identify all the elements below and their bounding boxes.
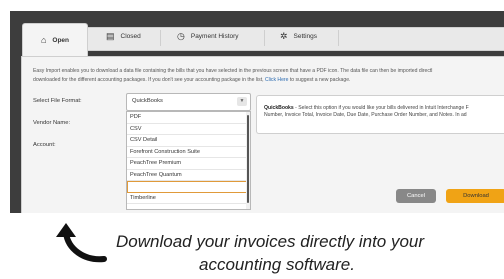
tab-payment-history-label: Payment History [190, 33, 239, 40]
tab-divider [160, 30, 161, 46]
dropdown-option[interactable]: CSV [127, 124, 250, 135]
caption-line-1: Download your invoices directly into you… [116, 232, 425, 251]
home-icon: ⌂ [40, 35, 47, 45]
dropdown-option[interactable]: Forefront Construction Suite [127, 147, 250, 158]
history-icon: ◷ [177, 31, 185, 41]
vendor-name-label: Vendor Name: [33, 120, 71, 126]
format-description-line-2: Number, Invoice Total, Invoice Date, Due… [264, 112, 467, 119]
download-button[interactable]: Download [446, 189, 504, 203]
dropdown-scroll-thumb[interactable] [247, 115, 249, 203]
tab-closed-label: Closed [120, 33, 141, 40]
file-format-dropdown: PDF CSV CSV Detail Forefront Constructio… [126, 111, 251, 210]
easy-import-panel: Easy Import enables you to download a da… [21, 56, 504, 213]
tab-closed[interactable]: ▤ Closed [106, 25, 141, 48]
dropdown-scrollbar[interactable] [246, 112, 250, 209]
curved-arrow-icon [56, 223, 107, 263]
intro-line-2a: downloaded for the different accounting … [33, 76, 265, 83]
tab-divider [338, 30, 339, 46]
file-format-label: Select File Format: [33, 98, 82, 104]
dropdown-option[interactable]: PeachTree Premium [127, 158, 250, 170]
dropdown-option[interactable]: PeachTree Quantum [127, 170, 250, 181]
tab-settings[interactable]: ✲ Settings [280, 25, 317, 48]
table-icon: ▤ [106, 31, 115, 41]
dropdown-option[interactable]: PDF [127, 112, 250, 124]
file-format-value: QuickBooks [132, 98, 163, 104]
file-format-select[interactable]: QuickBooks ▼ [126, 93, 251, 111]
chevron-down-icon[interactable]: ▼ [237, 97, 247, 106]
format-description-box: QuickBooks - Select this option if you w… [256, 95, 504, 134]
tab-payment-history[interactable]: ◷ Payment History [177, 25, 239, 48]
intro-line-2b: to suggest a new package. [288, 76, 351, 83]
dropdown-option[interactable]: Timberline [127, 193, 250, 204]
cancel-button[interactable]: Cancel [396, 189, 436, 203]
intro-line-1: Easy Import enables you to download a da… [33, 68, 433, 74]
gear-icon: ✲ [280, 31, 288, 41]
tab-bar: ⌂ Open ▤ Closed ◷ Payment History ✲ Sett… [10, 11, 504, 57]
account-label: Account: [33, 142, 56, 148]
dropdown-option[interactable]: CSV Detail [127, 135, 250, 147]
promo-caption: Download your invoices directly into you… [116, 230, 486, 276]
tab-divider [264, 30, 265, 46]
app-screenshot: ⌂ Open ▤ Closed ◷ Payment History ✲ Sett… [10, 11, 504, 213]
tab-open[interactable]: ⌂ Open [22, 23, 88, 57]
suggest-package-link[interactable]: Click Here [265, 77, 289, 83]
intro-text: Easy Import enables you to download a da… [33, 67, 504, 84]
format-description: QuickBooks - Select this option if you w… [264, 105, 469, 120]
format-description-title: QuickBooks [264, 105, 294, 111]
format-description-line-1: - Select this option if you would like y… [293, 105, 469, 111]
tab-settings-label: Settings [293, 33, 318, 40]
caption-line-2: accounting software. [199, 255, 355, 274]
tab-open-label: Open [52, 37, 70, 44]
dropdown-option-highlighted[interactable] [127, 181, 250, 193]
